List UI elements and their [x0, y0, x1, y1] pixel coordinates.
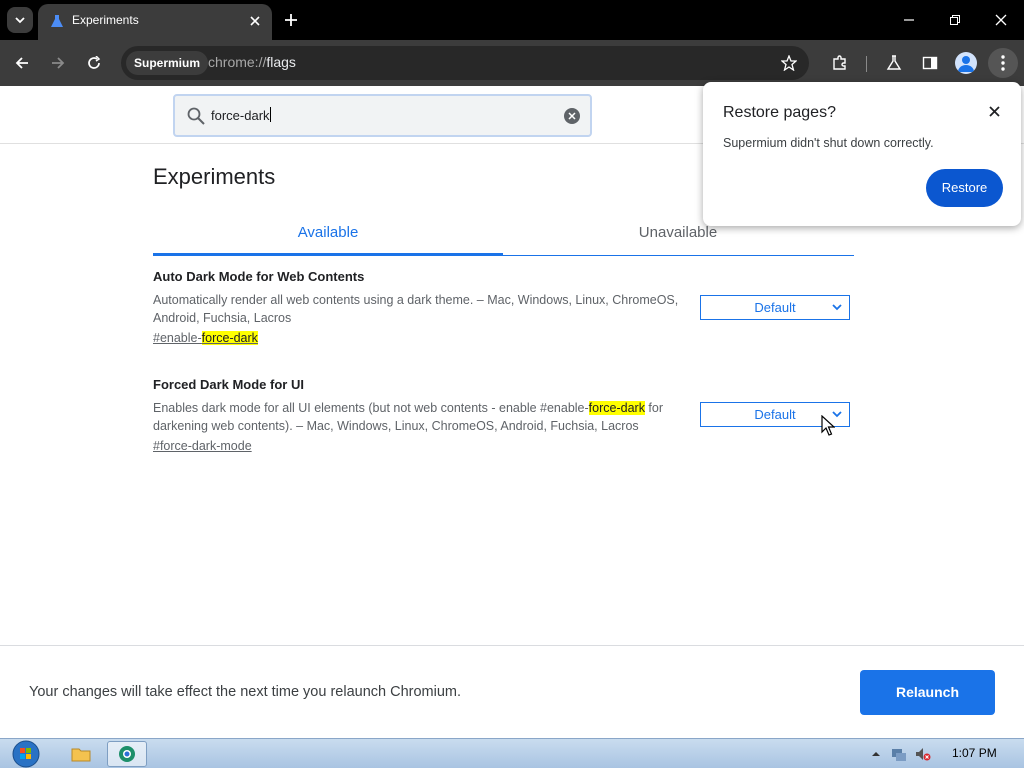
network-icon[interactable]	[891, 747, 907, 761]
dialog-close-button[interactable]	[985, 102, 1003, 120]
active-tab[interactable]: Experiments	[38, 4, 272, 40]
search-input-value[interactable]: force-dark	[211, 107, 271, 123]
folder-icon	[71, 748, 91, 762]
menu-button[interactable]	[988, 48, 1018, 78]
tab-close-button[interactable]	[246, 12, 264, 30]
restore-window-button[interactable]	[940, 6, 970, 34]
browser-icon	[119, 746, 135, 762]
flag-item: Forced Dark Mode for UI Enables dark mod…	[153, 377, 854, 453]
chevron-down-icon	[832, 304, 842, 311]
tab-search-button[interactable]	[7, 7, 33, 33]
select-value: Default	[754, 407, 796, 422]
extensions-button[interactable]	[827, 50, 853, 76]
restore-button[interactable]: Restore	[926, 169, 1003, 207]
taskbar-explorer[interactable]	[61, 741, 101, 767]
flag-state-select[interactable]: Default	[700, 295, 850, 320]
close-window-button[interactable]	[986, 6, 1016, 34]
chevron-down-icon	[15, 17, 25, 24]
puzzle-icon	[833, 55, 846, 70]
plus-icon	[285, 14, 297, 26]
person-icon	[958, 56, 974, 72]
close-icon	[250, 16, 260, 26]
windows-logo-icon	[12, 740, 40, 768]
tab-available[interactable]: Available	[153, 224, 503, 241]
flag-description: Enables dark mode for all UI elements (b…	[153, 399, 693, 435]
taskbar: 1:07 PM	[0, 738, 1024, 768]
flask-icon	[51, 15, 63, 27]
search-match-highlight: force-dark	[201, 331, 258, 345]
select-value: Default	[754, 300, 796, 315]
close-icon	[568, 112, 576, 120]
flask-icon	[886, 55, 902, 70]
relaunch-message: Your changes will take effect the next t…	[29, 684, 462, 700]
tab-unavailable[interactable]: Unavailable	[503, 224, 853, 241]
text-caret	[269, 107, 271, 122]
mouse-pointer-icon	[821, 415, 835, 436]
toolbar: Supermium chrome://flags	[0, 40, 1024, 86]
back-button[interactable]	[9, 50, 35, 76]
clear-search-button[interactable]	[564, 108, 580, 124]
more-vertical-icon	[1001, 55, 1005, 71]
restore-window-icon	[950, 15, 960, 25]
search-icon	[187, 107, 205, 125]
url-text[interactable]: chrome://flags	[208, 54, 296, 70]
tab-title: Experiments	[72, 13, 139, 27]
flag-name: Forced Dark Mode for UI	[153, 377, 304, 392]
profile-avatar[interactable]	[955, 52, 977, 74]
flag-permalink[interactable]: #force-dark-mode	[153, 439, 854, 453]
page-title: Experiments	[153, 164, 276, 189]
toolbar-separator	[866, 56, 867, 72]
forward-button[interactable]	[45, 50, 71, 76]
site-chip[interactable]: Supermium	[126, 51, 209, 75]
relaunch-footer: Your changes will take effect the next t…	[0, 645, 1024, 738]
dialog-title: Restore pages?	[723, 104, 836, 121]
taskbar-browser[interactable]	[107, 741, 147, 767]
flag-permalink-prefix: #enable-	[153, 331, 202, 345]
tab-strip: Experiments	[0, 0, 1024, 40]
dialog-message: Supermium didn't shut down correctly.	[723, 136, 934, 150]
new-tab-button[interactable]	[280, 9, 302, 31]
url-scheme: chrome://	[208, 54, 267, 70]
flag-name: Auto Dark Mode for Web Contents	[153, 269, 365, 284]
minimize-button[interactable]	[894, 6, 924, 34]
relaunch-button[interactable]: Relaunch	[860, 670, 995, 715]
flag-description-part: Enables dark mode for all UI elements (b…	[153, 401, 589, 415]
side-panel-button[interactable]	[917, 50, 943, 76]
reload-icon	[88, 56, 101, 69]
close-icon	[988, 105, 1000, 117]
arrow-right-icon	[52, 57, 65, 69]
taskbar-clock[interactable]: 1:07 PM	[952, 746, 997, 760]
search-text: force-dark	[211, 108, 270, 123]
arrow-left-icon	[15, 57, 28, 69]
minimize-icon	[904, 19, 914, 21]
side-panel-icon	[922, 56, 938, 70]
labs-button[interactable]	[881, 50, 907, 76]
search-match-highlight: force-dark	[588, 401, 645, 415]
volume-muted-icon[interactable]	[915, 747, 931, 761]
star-icon[interactable]	[781, 55, 797, 71]
address-bar[interactable]: Supermium chrome://flags	[121, 46, 809, 80]
restore-pages-dialog: Restore pages? Supermium didn't shut dow…	[703, 82, 1021, 226]
search-input[interactable]: force-dark	[173, 94, 592, 137]
url-host: flags	[266, 54, 296, 70]
active-tab-indicator	[153, 253, 503, 256]
flag-description: Automatically render all web contents us…	[153, 293, 679, 325]
flag-item: Auto Dark Mode for Web Contents Automati…	[153, 269, 854, 345]
start-button[interactable]	[8, 739, 44, 768]
chevron-up-icon[interactable]	[868, 747, 884, 761]
flag-permalink[interactable]: #enable-force-dark	[153, 331, 854, 345]
reload-button[interactable]	[81, 50, 107, 76]
close-icon	[995, 14, 1007, 26]
